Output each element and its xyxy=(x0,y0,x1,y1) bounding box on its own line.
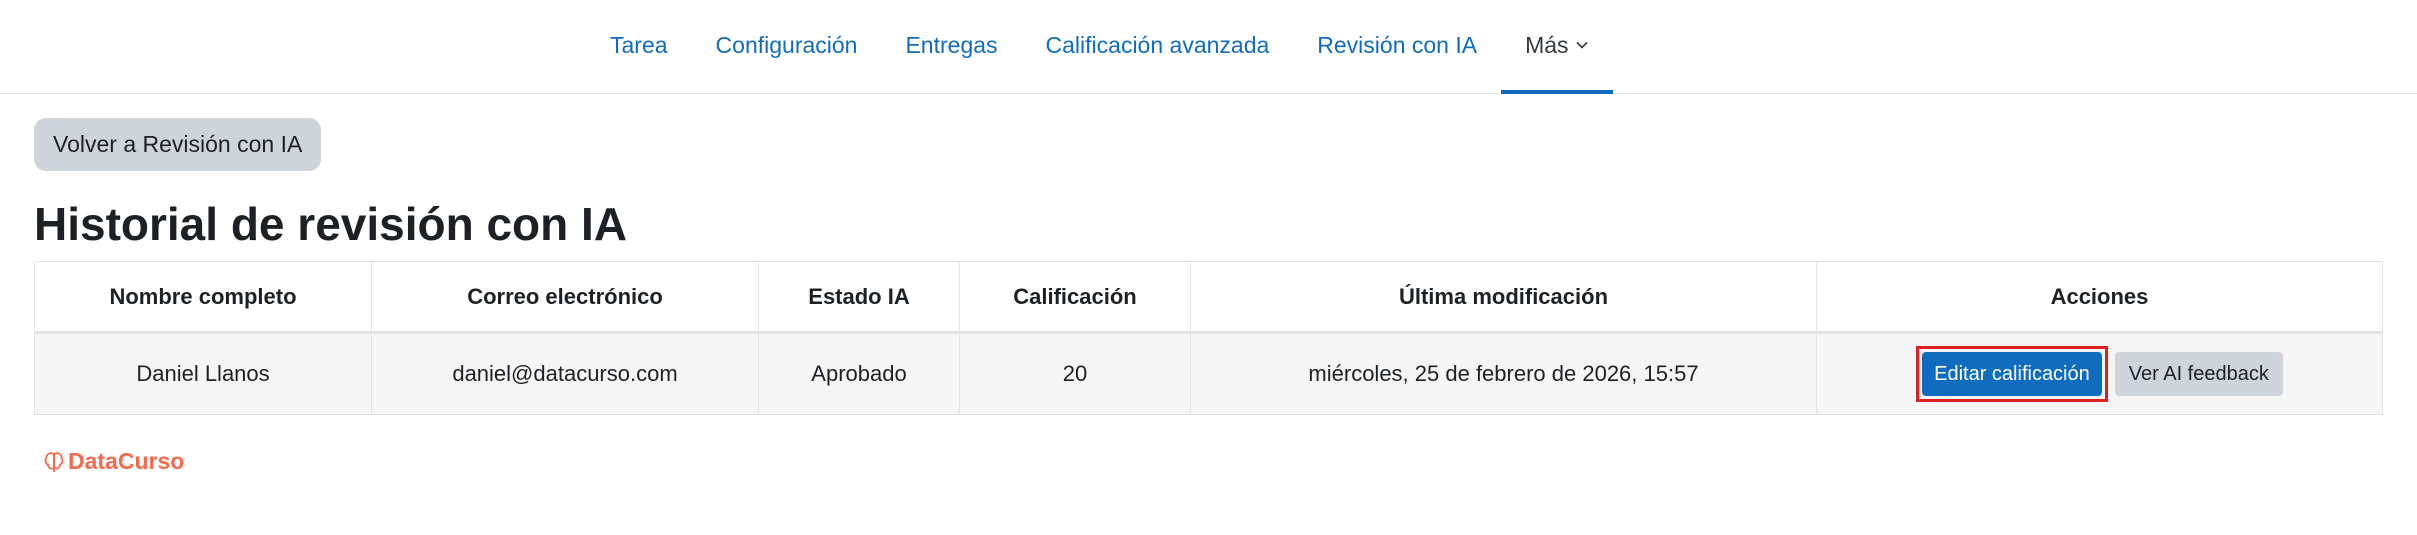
nav-list: Tarea Configuración Entregas Calificació… xyxy=(586,0,1613,94)
cell-last-modified: miércoles, 25 de febrero de 2026, 15:57 xyxy=(1190,332,1817,415)
review-history-table: Nombre completo Correo electrónico Estad… xyxy=(34,261,2383,415)
table-row: Daniel Llanos daniel@datacurso.com Aprob… xyxy=(34,332,2383,415)
column-header-ai-status[interactable]: Estado IA xyxy=(758,261,960,334)
column-header-grade[interactable]: Calificación xyxy=(959,261,1191,334)
secondary-navigation: Tarea Configuración Entregas Calificació… xyxy=(0,0,2417,94)
tab-tarea[interactable]: Tarea xyxy=(586,0,692,94)
cell-grade: 20 xyxy=(959,332,1191,415)
datacurso-logo: DataCurso xyxy=(44,448,184,475)
nav-item-mas: Más xyxy=(1501,0,1613,94)
column-header-email[interactable]: Correo electrónico xyxy=(371,261,759,334)
view-ai-feedback-button[interactable]: Ver AI feedback xyxy=(2114,352,2283,396)
column-header-name[interactable]: Nombre completo xyxy=(34,261,372,334)
cell-email: daniel@datacurso.com xyxy=(371,332,759,415)
nav-item-calificacion-avanzada: Calificación avanzada xyxy=(1022,0,1294,94)
tab-configuracion[interactable]: Configuración xyxy=(692,0,882,94)
cell-ai-status: Aprobado xyxy=(758,332,960,415)
header-row: Nombre completo Correo electrónico Estad… xyxy=(34,261,2383,334)
page: Tarea Configuración Entregas Calificació… xyxy=(0,0,2417,535)
column-header-last-modified[interactable]: Última modificación xyxy=(1190,261,1817,334)
back-to-ai-review-button[interactable]: Volver a Revisión con IA xyxy=(34,118,322,171)
row-actions: Editar calificación Ver AI feedback xyxy=(1916,346,2283,402)
column-header-actions: Acciones xyxy=(1816,261,2383,334)
page-title: Historial de revisión con IA xyxy=(34,198,628,250)
nav-item-tarea: Tarea xyxy=(586,0,692,94)
tab-revision-ia[interactable]: Revisión con IA xyxy=(1293,0,1501,94)
cell-actions: Editar calificación Ver AI feedback xyxy=(1816,332,2383,415)
tab-entregas[interactable]: Entregas xyxy=(881,0,1021,94)
nav-item-configuracion: Configuración xyxy=(692,0,882,94)
edit-grade-highlight: Editar calificación xyxy=(1916,346,2108,402)
table-header: Nombre completo Correo electrónico Estad… xyxy=(34,261,2383,334)
table-body: Daniel Llanos daniel@datacurso.com Aprob… xyxy=(34,332,2383,415)
tab-mas-label: Más xyxy=(1525,31,1569,58)
nav-item-revision-ia: Revisión con IA xyxy=(1293,0,1501,94)
edit-grade-button[interactable]: Editar calificación xyxy=(1922,352,2102,396)
tab-calificacion-avanzada[interactable]: Calificación avanzada xyxy=(1022,0,1294,94)
brain-icon xyxy=(44,451,64,472)
nav-item-entregas: Entregas xyxy=(881,0,1021,94)
chevron-down-icon xyxy=(1575,41,1588,49)
cell-name: Daniel Llanos xyxy=(34,332,372,415)
logo-text: DataCurso xyxy=(68,448,185,474)
tab-mas[interactable]: Más xyxy=(1501,0,1613,94)
